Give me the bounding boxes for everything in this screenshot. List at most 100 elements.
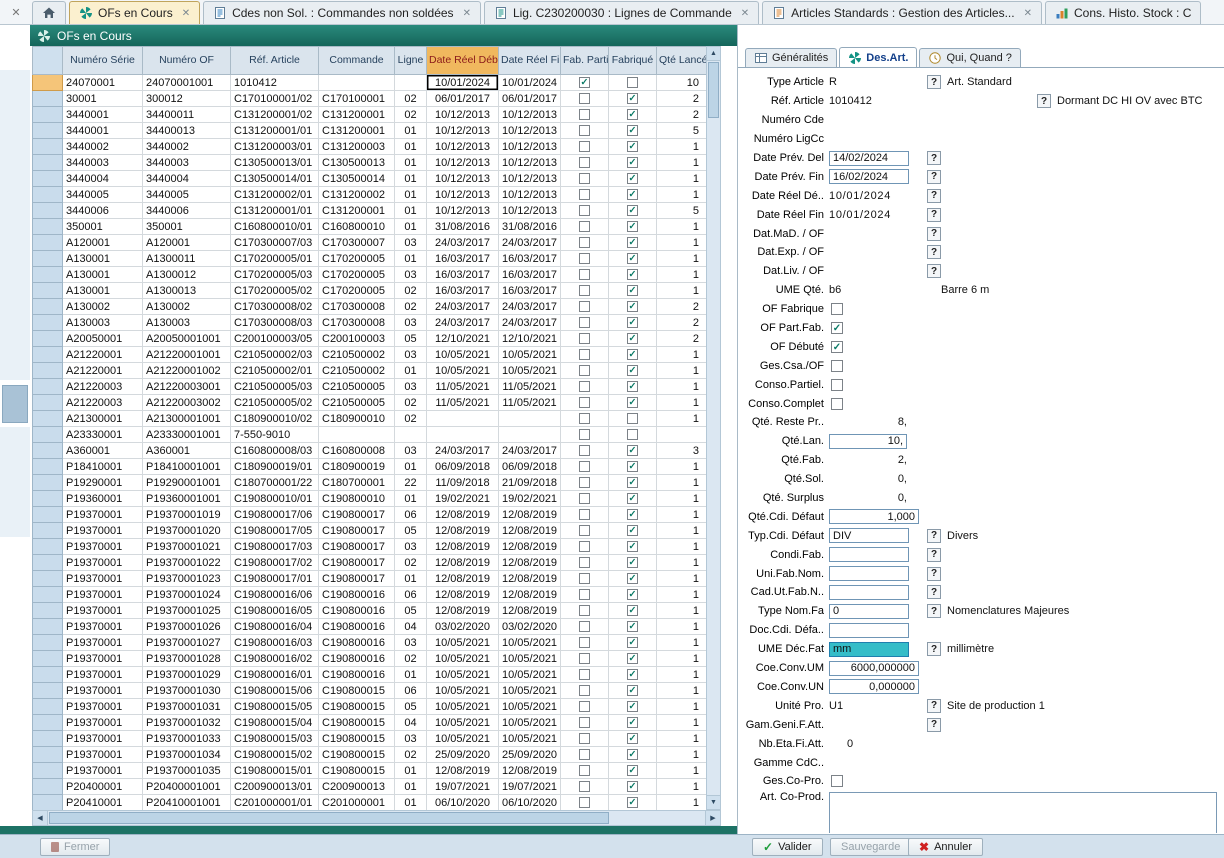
commande-cell[interactable]: C190800016 bbox=[319, 603, 395, 619]
table-row[interactable]: A130001A1300011C170200005/01C17020000501… bbox=[33, 251, 707, 267]
ligne-cell[interactable]: 03 bbox=[395, 443, 427, 459]
fabrique-cell[interactable]: ✓ bbox=[609, 251, 657, 267]
row-selector[interactable] bbox=[33, 267, 63, 283]
table-row[interactable]: 344000134400011C131200001/02C13120000102… bbox=[33, 107, 707, 123]
checkbox[interactable]: ✓ bbox=[627, 509, 638, 520]
date-reel-fin-cell[interactable] bbox=[499, 427, 561, 443]
commande-cell[interactable]: C190800015 bbox=[319, 731, 395, 747]
checkbox[interactable] bbox=[579, 749, 590, 760]
help-button[interactable]: ? bbox=[927, 567, 941, 581]
tab-close-icon[interactable]: ✕ bbox=[463, 8, 471, 19]
date-reel-debut-cell[interactable]: 16/03/2017 bbox=[427, 267, 499, 283]
ligne-cell[interactable]: 02 bbox=[395, 91, 427, 107]
ligne-cell[interactable]: 02 bbox=[395, 283, 427, 299]
row-selector[interactable] bbox=[33, 251, 63, 267]
row-selector[interactable] bbox=[33, 443, 63, 459]
checkbox[interactable] bbox=[579, 477, 590, 488]
scroll-up-icon[interactable]: ▲ bbox=[707, 47, 720, 61]
numero-of-cell[interactable]: 3440006 bbox=[143, 203, 231, 219]
checkbox[interactable] bbox=[579, 701, 590, 712]
date-reel-fin-cell[interactable]: 10/12/2013 bbox=[499, 203, 561, 219]
numero-serie-cell[interactable]: 3440006 bbox=[63, 203, 143, 219]
row-selector[interactable] bbox=[33, 459, 63, 475]
fab-partielle-cell[interactable] bbox=[561, 539, 609, 555]
ref-article-cell[interactable]: C170200005/01 bbox=[231, 251, 319, 267]
numero-of-cell[interactable]: A360001 bbox=[143, 443, 231, 459]
checkbox[interactable]: ✓ bbox=[627, 557, 638, 568]
field-input[interactable]: 0 bbox=[829, 604, 909, 619]
fab-partielle-cell[interactable] bbox=[561, 491, 609, 507]
date-reel-fin-cell[interactable]: 31/08/2016 bbox=[499, 219, 561, 235]
checkbox[interactable] bbox=[579, 317, 590, 328]
fab-partielle-cell[interactable] bbox=[561, 587, 609, 603]
ligne-cell[interactable] bbox=[395, 427, 427, 443]
qte-lancee-cell[interactable]: 1 bbox=[657, 171, 707, 187]
fabrique-cell[interactable]: ✓ bbox=[609, 123, 657, 139]
date-reel-fin-cell[interactable]: 21/09/2018 bbox=[499, 475, 561, 491]
table-row[interactable]: P19370001P19370001029C190800016/01C19080… bbox=[33, 667, 707, 683]
date-reel-fin-cell[interactable]: 24/03/2017 bbox=[499, 315, 561, 331]
numero-of-cell[interactable]: 34400011 bbox=[143, 107, 231, 123]
qte-lancee-cell[interactable]: 1 bbox=[657, 267, 707, 283]
commande-cell[interactable]: C131200003 bbox=[319, 139, 395, 155]
table-row[interactable]: P19370001P19370001030C190800015/06C19080… bbox=[33, 683, 707, 699]
qte-lancee-cell[interactable]: 1 bbox=[657, 395, 707, 411]
date-reel-fin-cell[interactable]: 10/05/2021 bbox=[499, 683, 561, 699]
ligne-cell[interactable]: 06 bbox=[395, 507, 427, 523]
row-selector[interactable] bbox=[33, 795, 63, 811]
fab-partielle-cell[interactable] bbox=[561, 363, 609, 379]
table-row[interactable]: A130001A1300013C170200005/02C17020000502… bbox=[33, 283, 707, 299]
checkbox[interactable]: ✓ bbox=[627, 237, 638, 248]
numero-of-cell[interactable]: P19370001024 bbox=[143, 587, 231, 603]
date-reel-debut-cell[interactable]: 12/08/2019 bbox=[427, 763, 499, 779]
commande-cell[interactable] bbox=[319, 75, 395, 91]
column-header[interactable]: Numéro Série bbox=[63, 47, 143, 75]
qte-lancee-cell[interactable]: 2 bbox=[657, 107, 707, 123]
ref-article-cell[interactable]: C190800016/02 bbox=[231, 651, 319, 667]
fab-partielle-cell[interactable] bbox=[561, 299, 609, 315]
numero-serie-cell[interactable]: P20400001 bbox=[63, 779, 143, 795]
fabrique-cell[interactable]: ✓ bbox=[609, 187, 657, 203]
numero-of-cell[interactable]: A1300013 bbox=[143, 283, 231, 299]
tab-close-icon[interactable]: ✕ bbox=[1024, 8, 1032, 19]
date-reel-fin-cell[interactable]: 24/03/2017 bbox=[499, 443, 561, 459]
date-reel-fin-cell[interactable]: 12/08/2019 bbox=[499, 523, 561, 539]
date-reel-fin-cell[interactable]: 11/05/2021 bbox=[499, 379, 561, 395]
checkbox[interactable]: ✓ bbox=[627, 285, 638, 296]
ref-article-cell[interactable]: 7-550-9010 bbox=[231, 427, 319, 443]
table-row[interactable]: P20410001P20410001001C201000001/01C20100… bbox=[33, 795, 707, 811]
date-reel-fin-cell[interactable]: 12/08/2019 bbox=[499, 763, 561, 779]
ligne-cell[interactable]: 03 bbox=[395, 267, 427, 283]
checkbox[interactable]: ✓ bbox=[627, 301, 638, 312]
numero-serie-cell[interactable]: P18410001 bbox=[63, 459, 143, 475]
checkbox[interactable]: ✓ bbox=[627, 733, 638, 744]
numero-of-cell[interactable]: A1300012 bbox=[143, 267, 231, 283]
checkbox[interactable]: ✓ bbox=[627, 173, 638, 184]
fermer-button[interactable]: Fermer bbox=[40, 838, 110, 856]
numero-of-cell[interactable]: P19370001022 bbox=[143, 555, 231, 571]
numero-serie-cell[interactable]: P19370001 bbox=[63, 683, 143, 699]
numero-of-cell[interactable]: P19370001026 bbox=[143, 619, 231, 635]
ligne-cell[interactable]: 03 bbox=[395, 235, 427, 251]
ligne-cell[interactable]: 03 bbox=[395, 315, 427, 331]
ref-article-cell[interactable]: C190800015/01 bbox=[231, 763, 319, 779]
checkbox[interactable]: ✓ bbox=[627, 93, 638, 104]
checkbox[interactable] bbox=[579, 653, 590, 664]
date-reel-debut-cell[interactable]: 12/08/2019 bbox=[427, 603, 499, 619]
table-row[interactable]: 34400063440006C131200001/01C131200001011… bbox=[33, 203, 707, 219]
ref-article-cell[interactable]: C200100003/05 bbox=[231, 331, 319, 347]
date-reel-fin-cell[interactable]: 12/08/2019 bbox=[499, 539, 561, 555]
numero-serie-cell[interactable]: P19370001 bbox=[63, 507, 143, 523]
row-selector[interactable] bbox=[33, 91, 63, 107]
fabrique-cell[interactable]: ✓ bbox=[609, 619, 657, 635]
ligne-cell[interactable]: 02 bbox=[395, 747, 427, 763]
ligne-cell[interactable]: 05 bbox=[395, 523, 427, 539]
commande-cell[interactable]: C190800015 bbox=[319, 747, 395, 763]
checkbox[interactable]: ✓ bbox=[627, 749, 638, 760]
date-reel-debut-cell[interactable] bbox=[427, 427, 499, 443]
help-button[interactable]: ? bbox=[927, 699, 941, 713]
fabrique-cell[interactable]: ✓ bbox=[609, 715, 657, 731]
row-selector[interactable] bbox=[33, 747, 63, 763]
date-reel-debut-cell[interactable]: 10/05/2021 bbox=[427, 715, 499, 731]
date-reel-debut-cell[interactable]: 10/05/2021 bbox=[427, 699, 499, 715]
